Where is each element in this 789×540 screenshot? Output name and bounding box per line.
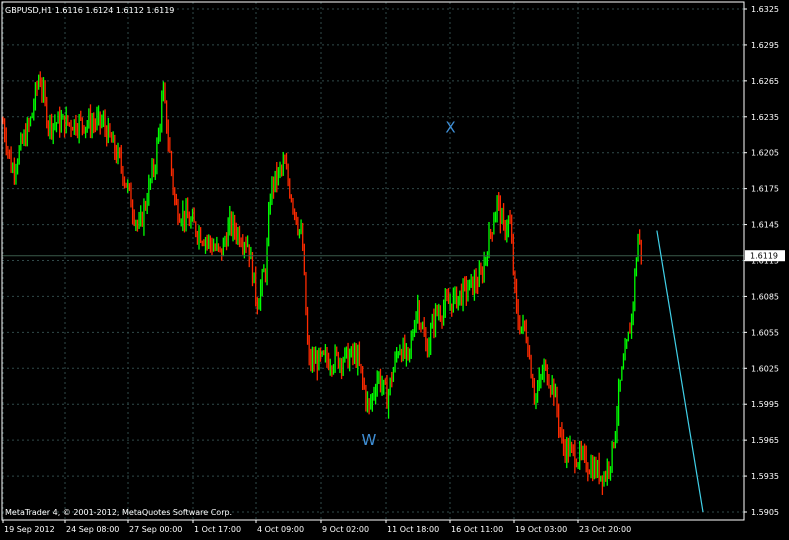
- y-tick-label: 1.5905: [751, 508, 779, 517]
- symbol-header: GBPUSD,H1 1.6116 1.6124 1.6112 1.6119: [5, 6, 174, 15]
- y-tick-label: 1.6205: [751, 149, 779, 158]
- y-tick-label: 1.5965: [751, 436, 779, 445]
- x-tick-label: 19 Sep 2012: [4, 525, 55, 534]
- y-tick-label: 1.6325: [751, 5, 779, 14]
- wave-label-x: X: [445, 118, 455, 136]
- y-tick-label: 1.6295: [751, 41, 779, 50]
- y-tick-label: 1.6085: [751, 292, 779, 301]
- x-tick-label: 11 Oct 18:00: [387, 525, 439, 534]
- y-tick-label: 1.6025: [751, 364, 779, 373]
- x-tick-label: 24 Sep 08:00: [66, 525, 119, 534]
- x-tick-label: 4 Oct 09:00: [257, 525, 304, 534]
- x-tick-label: 1 Oct 17:00: [194, 525, 241, 534]
- price-chart[interactable]: X W 1.6325 1.6295 1.6265 1.6235 1.6205 1.6175 1…: [0, 0, 789, 540]
- current-price-label: 1.6119: [750, 252, 778, 261]
- y-tick-label: 1.6055: [751, 328, 779, 337]
- copyright-text: MetaTrader 4, © 2001-2012, MetaQuotes So…: [5, 508, 232, 517]
- x-tick-label: 9 Oct 02:00: [322, 525, 369, 534]
- x-tick-label: 23 Oct 20:00: [579, 525, 631, 534]
- y-tick-label: 1.6175: [751, 185, 779, 194]
- x-tick-label: 16 Oct 11:00: [451, 525, 503, 534]
- x-tick-label: 19 Oct 03:00: [515, 525, 567, 534]
- y-tick-label: 1.5935: [751, 472, 779, 481]
- y-tick-label: 1.5995: [751, 400, 779, 409]
- y-tick-label: 1.6235: [751, 113, 779, 122]
- y-tick-label: 1.6145: [751, 221, 779, 230]
- wave-label-w: W: [361, 431, 376, 449]
- y-tick-label: 1.6265: [751, 77, 779, 86]
- current-price-tag: 1.6119: [745, 250, 785, 262]
- x-tick-label: 27 Sep 00:00: [129, 525, 182, 534]
